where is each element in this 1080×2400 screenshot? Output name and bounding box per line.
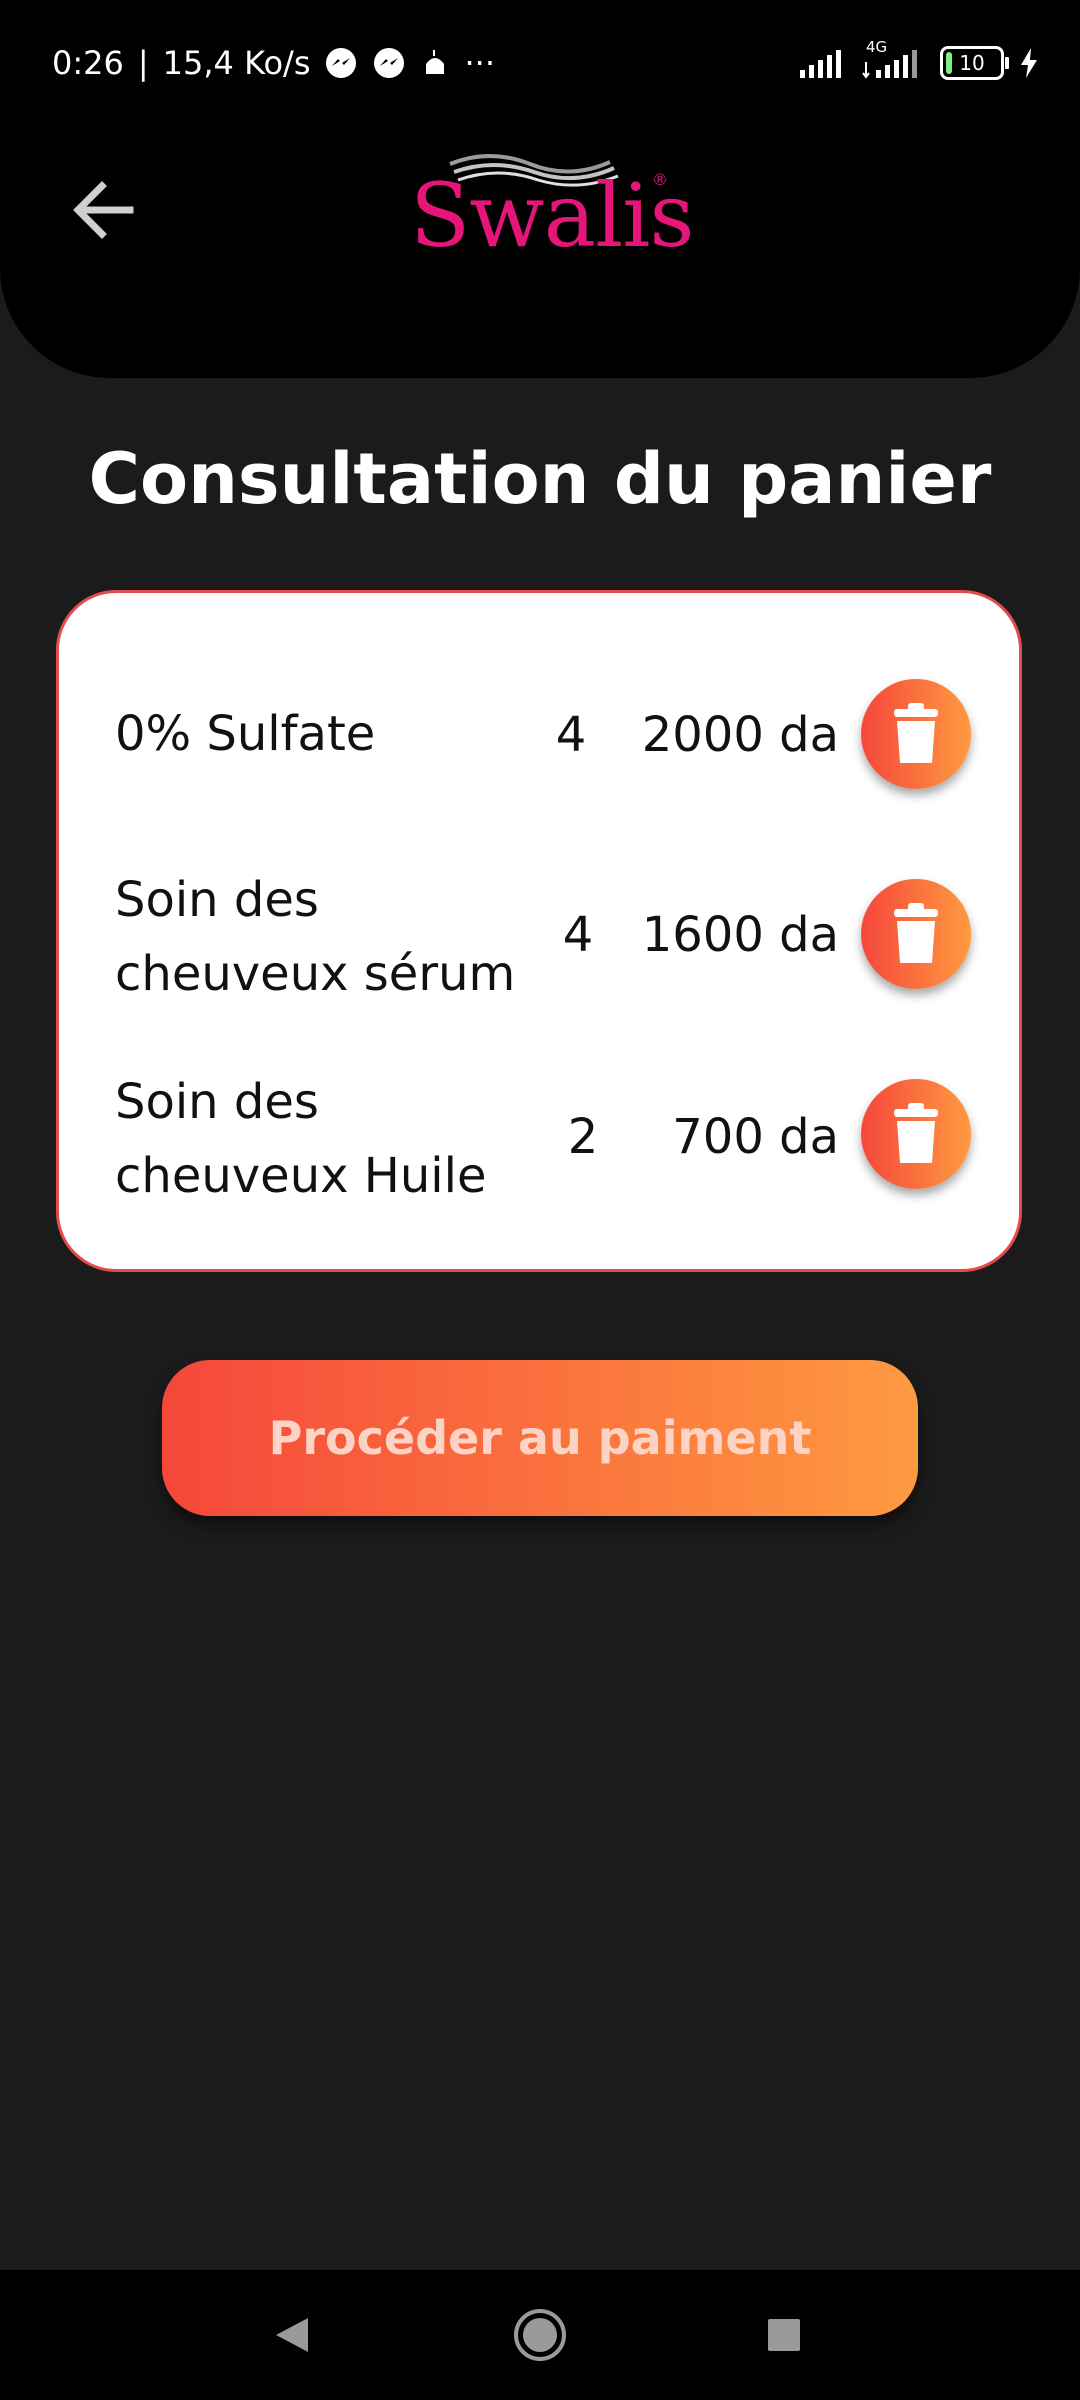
battery-level: 10 <box>959 51 985 75</box>
more-notifications-icon: ··· <box>464 44 495 82</box>
arrow-left-icon <box>73 181 134 239</box>
status-bar: 0:26 | 15,4 Ko/s ··· 4G 10 <box>0 0 1080 130</box>
registered-mark: ® <box>652 170 668 189</box>
home-circle-icon <box>514 2309 566 2361</box>
messenger-icon <box>372 46 406 80</box>
cart-item: Soin des cheuveux Huile 2 700 da <box>59 1065 1025 1213</box>
item-name: Soin des cheuveux Huile <box>115 1074 487 1204</box>
status-separator: | <box>137 44 149 82</box>
back-button[interactable] <box>64 170 144 250</box>
item-name: 0% Sulfate <box>115 706 376 762</box>
item-price: 1600 da <box>641 907 839 963</box>
messenger-icon <box>324 46 358 80</box>
charging-icon <box>1018 46 1040 80</box>
swalis-logo: Swalis ® <box>410 150 695 270</box>
nav-recents-button[interactable] <box>744 2300 824 2370</box>
cart-list: 0% Sulfate 4 2000 da Soin des cheuveux s… <box>56 590 1022 1272</box>
item-price: 700 da <box>672 1109 839 1165</box>
signal-icon <box>798 46 848 80</box>
delete-item-button[interactable] <box>861 1079 971 1189</box>
trash-icon <box>894 703 938 763</box>
cart-item: 0% Sulfate 4 2000 da <box>59 679 1025 789</box>
nav-back-button[interactable] <box>252 2300 332 2370</box>
proceed-to-payment-button[interactable]: Procéder au paiment <box>162 1360 918 1516</box>
signal-4g-icon: 4G <box>862 38 926 80</box>
trash-icon <box>894 1103 938 1163</box>
network-type: 4G <box>866 38 888 56</box>
delete-item-button[interactable] <box>861 679 971 789</box>
logo-text: Swalis <box>410 164 695 267</box>
nav-home-button[interactable] <box>500 2300 580 2370</box>
item-quantity: 4 <box>555 707 587 763</box>
status-left: 0:26 | 15,4 Ko/s ··· <box>52 44 495 82</box>
network-speed: 15,4 Ko/s <box>162 44 311 82</box>
item-quantity: 4 <box>562 907 594 963</box>
page-title: Consultation du panier <box>88 438 992 520</box>
battery-indicator: 10 <box>940 46 1009 80</box>
status-time: 0:26 <box>52 44 124 82</box>
square-recents-icon <box>768 2319 800 2351</box>
triangle-back-icon <box>276 2318 308 2352</box>
mosque-icon <box>420 48 450 78</box>
delete-item-button[interactable] <box>861 879 971 989</box>
trash-icon <box>894 903 938 963</box>
item-quantity: 2 <box>567 1109 599 1165</box>
cart-item: Soin des cheuveux sérum 4 1600 da <box>59 863 1025 1011</box>
item-name: Soin des cheuveux sérum <box>115 872 516 1002</box>
item-price: 2000 da <box>641 707 839 763</box>
system-nav-bar <box>0 2270 1080 2400</box>
status-right: 4G 10 <box>798 38 1040 80</box>
